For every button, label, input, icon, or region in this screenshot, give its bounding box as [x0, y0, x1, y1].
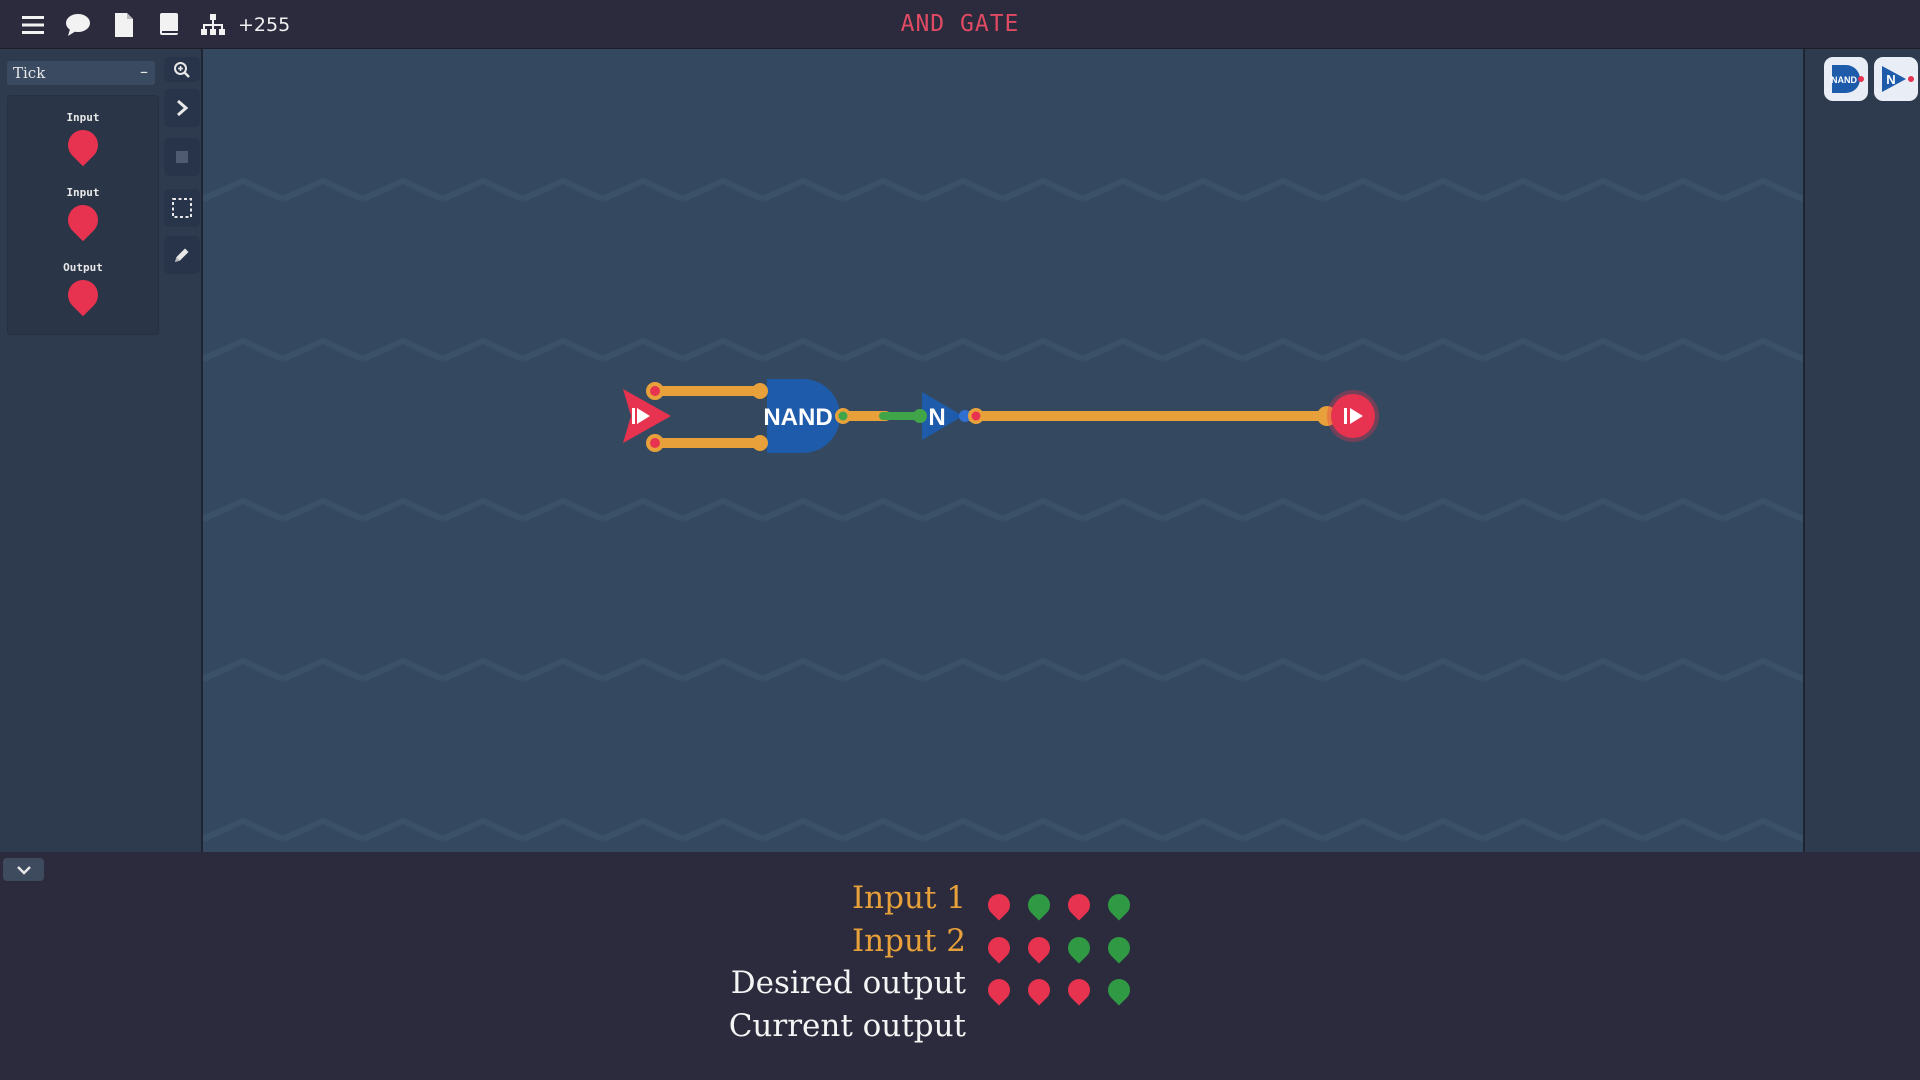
pencil-icon	[175, 248, 189, 262]
wire-input-2[interactable]	[654, 438, 762, 448]
value-off	[1023, 974, 1055, 1006]
value-off	[1063, 889, 1095, 921]
tick-dropdown[interactable]: Tick –	[7, 61, 155, 85]
io-input-2[interactable]: Input	[8, 186, 158, 242]
value-off	[1063, 974, 1095, 1006]
truth-row-label: Input 2	[851, 923, 966, 959]
input-pin-icon	[61, 198, 105, 242]
truth-row-input-2: Input 2	[0, 923, 1920, 964]
nand-gate[interactable]: NAND	[763, 379, 840, 453]
input-pin-icon	[61, 123, 105, 167]
truth-row-desired-output: Desired output	[0, 965, 1920, 1006]
circuit-output-component[interactable]	[1327, 390, 1379, 442]
collapse-icon[interactable]: –	[140, 62, 148, 81]
value-off	[983, 889, 1015, 921]
value-on	[1103, 932, 1135, 964]
truth-row-input-1: Input 1	[0, 880, 1920, 921]
zoom-in-icon	[174, 61, 190, 78]
step-icon	[177, 99, 189, 117]
io-input-1[interactable]: Input	[8, 111, 158, 167]
value-on	[1023, 889, 1055, 921]
tick-label: Tick	[13, 64, 46, 82]
select-button[interactable]	[164, 189, 200, 227]
chevron-down-icon	[16, 865, 31, 875]
right-panel: NAND N	[1803, 49, 1920, 852]
pin-core	[838, 411, 848, 421]
truth-row-current-output: Current output	[0, 1008, 1920, 1048]
component-not[interactable]: N	[1874, 57, 1918, 101]
pin-core	[971, 411, 981, 421]
pin[interactable]	[752, 435, 768, 451]
pin-core	[650, 386, 660, 396]
not-label: N	[928, 404, 945, 431]
nand-label: NAND	[763, 404, 832, 431]
circuit-input-component[interactable]	[623, 389, 671, 443]
io-output[interactable]: Output	[8, 261, 158, 317]
truth-row-label: Input 1	[851, 880, 966, 916]
wire-input-1[interactable]	[654, 386, 762, 396]
pencil-button[interactable]	[164, 236, 200, 274]
io-label: Input	[66, 186, 100, 199]
page-title: AND GATE	[900, 11, 1020, 37]
value-off	[983, 932, 1015, 964]
stop-icon	[176, 151, 188, 163]
output-pin-icon	[61, 273, 105, 317]
not-gate[interactable]: N	[922, 392, 963, 440]
pin-core	[650, 438, 660, 448]
component-nand[interactable]: NAND	[1824, 57, 1868, 101]
truth-row-label: Current output	[728, 1008, 966, 1044]
value-on	[1063, 932, 1095, 964]
stop-button[interactable]	[164, 138, 200, 176]
select-icon	[172, 198, 192, 218]
circuit: NAND N	[623, 379, 1379, 453]
value-on	[1103, 974, 1135, 1006]
io-list: Input Input Output	[7, 95, 159, 335]
value-off	[1023, 932, 1055, 964]
pin[interactable]	[752, 383, 768, 399]
circuit-canvas[interactable]: NAND N	[203, 49, 1803, 852]
io-label: Input	[66, 111, 100, 124]
value-on	[1103, 889, 1135, 921]
zoom-in-button[interactable]	[164, 57, 200, 82]
truth-row-label: Desired output	[730, 965, 966, 1001]
component-nand-label: NAND	[1831, 75, 1857, 85]
io-label: Output	[63, 261, 103, 274]
top-bar: +255 AND GATE	[0, 0, 1920, 49]
wire-output[interactable]	[961, 411, 1336, 421]
collapse-panel-button[interactable]	[3, 858, 44, 881]
step-button[interactable]	[164, 89, 200, 127]
component-not-label: N	[1886, 72, 1895, 87]
value-off	[983, 974, 1015, 1006]
truth-table-panel: Input 1 Input 2 Desired output Current o…	[0, 852, 1920, 1080]
pin[interactable]	[913, 409, 927, 423]
